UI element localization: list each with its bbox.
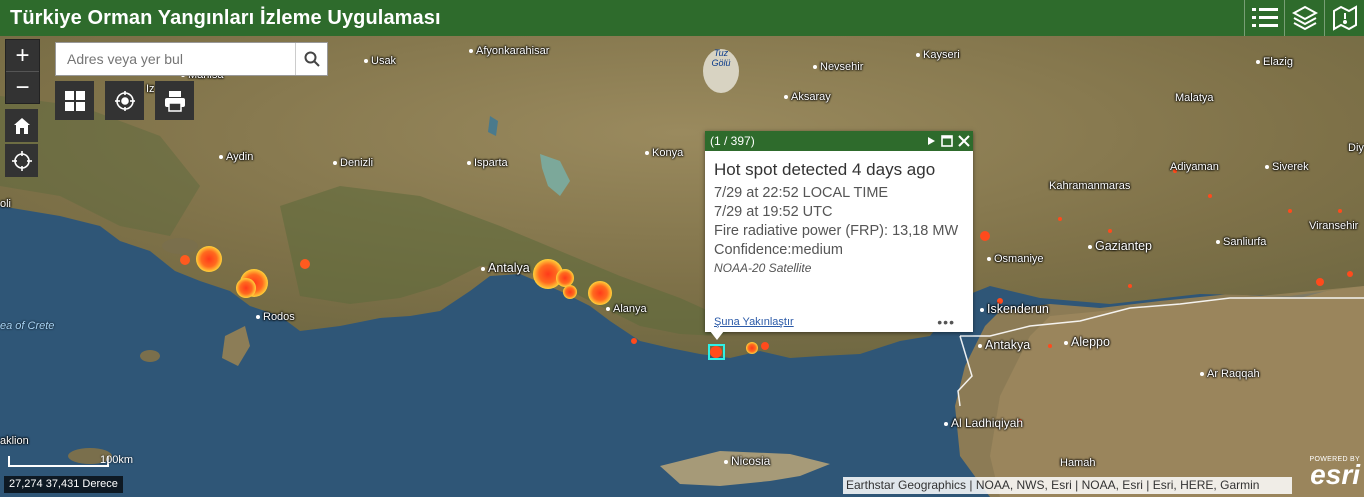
coordinate-readout[interactable]: 27,274 37,431 Derece xyxy=(4,476,123,493)
close-icon[interactable] xyxy=(958,135,970,147)
list-icon xyxy=(1251,8,1278,27)
feature-popup: (1 / 397) Hot spot detected 4 days ago 7… xyxy=(705,131,973,332)
place-label: Usak xyxy=(364,55,396,67)
place-label: ea of Crete xyxy=(0,320,55,332)
place-label: aklion xyxy=(0,435,29,447)
coordinates-text: 27,274 37,431 Derece xyxy=(9,478,118,490)
map-view[interactable]: Afyonkarahisar Usak Manisa Iz Aydin Deni… xyxy=(0,36,1364,497)
print-icon xyxy=(164,90,185,112)
place-label: Elazig xyxy=(1256,56,1293,68)
place-label: Osmaniye xyxy=(987,253,1044,265)
home-icon xyxy=(13,117,30,134)
more-actions-button[interactable]: ••• xyxy=(937,314,955,330)
list-button[interactable] xyxy=(1244,0,1284,36)
place-label: Aksaray xyxy=(784,91,831,103)
popup-local-time: 7/29 at 22:52 LOCAL TIME xyxy=(714,185,889,201)
scale-bar xyxy=(8,456,109,467)
filter-button[interactable] xyxy=(105,81,144,120)
search-input[interactable] xyxy=(56,43,295,75)
popup-header: (1 / 397) xyxy=(705,131,973,151)
place-label: Nevsehir xyxy=(813,61,863,73)
popup-pointer xyxy=(710,331,724,340)
map-legend-button[interactable] xyxy=(1324,0,1364,36)
place-label: Denizli xyxy=(333,157,373,169)
filter-icon xyxy=(114,90,135,111)
popup-counter: (1 / 397) xyxy=(710,134,755,148)
basemap-gallery-icon xyxy=(64,90,85,111)
map-legend-icon xyxy=(1332,5,1357,31)
app-title: Türkiye Orman Yangınları İzleme Uygulama… xyxy=(10,6,441,29)
locate-icon xyxy=(11,150,32,171)
place-label: Aydin xyxy=(219,151,253,163)
place-label: Adiyaman xyxy=(1170,161,1219,173)
layers-button[interactable] xyxy=(1284,0,1324,36)
place-label: Siverek xyxy=(1265,161,1309,173)
zoom-out-button[interactable]: − xyxy=(6,71,39,103)
place-label: Kayseri xyxy=(916,49,960,61)
satellite-basemap xyxy=(0,36,1364,497)
place-label: Antakya xyxy=(978,338,1030,352)
place-label: Sanliurfa xyxy=(1216,236,1266,248)
search-icon xyxy=(304,51,320,67)
locate-button[interactable] xyxy=(5,144,38,177)
place-label: Kahramanmaras xyxy=(1049,180,1131,192)
place-label: Konya xyxy=(645,147,683,159)
esri-wordmark: esri xyxy=(1310,459,1360,490)
search-button[interactable] xyxy=(295,43,327,75)
popup-frp: Fire radiative power (FRP): 13,18 MW xyxy=(714,223,959,239)
print-button[interactable] xyxy=(155,81,194,120)
zoom-to-link[interactable]: Şuna Yakınlaştır xyxy=(714,316,794,328)
place-label: Diy xyxy=(1348,142,1364,154)
play-icon[interactable] xyxy=(926,136,936,146)
search-box xyxy=(55,42,328,76)
popup-title: Hot spot detected 4 days ago xyxy=(714,160,936,179)
home-button[interactable] xyxy=(5,109,38,142)
place-label: Iz xyxy=(146,83,155,95)
attribution: Earthstar Geographics | NOAA, NWS, Esri … xyxy=(843,477,1292,494)
place-label: Aleppo xyxy=(1064,335,1110,349)
popup-satellite: NOAA-20 Satellite xyxy=(714,261,812,275)
place-label: Tuz Gölü xyxy=(711,48,731,68)
place-label: Al Ladhiqiyah xyxy=(944,416,1023,430)
zoom-control: + − xyxy=(5,39,40,104)
layers-icon xyxy=(1291,5,1318,31)
place-label: Alanya xyxy=(606,303,647,315)
app-header: Türkiye Orman Yangınları İzleme Uygulama… xyxy=(0,0,1364,36)
place-label: Afyonkarahisar xyxy=(469,45,549,57)
place-label: oli xyxy=(0,198,12,210)
place-label: Antalya xyxy=(481,261,530,275)
popup-utc-time: 7/29 at 19:52 UTC xyxy=(714,204,833,220)
place-label: Isparta xyxy=(467,157,508,169)
esri-logo: POWERED BY esri xyxy=(1298,456,1360,490)
place-label: Malatya xyxy=(1175,92,1214,104)
place-label: Gaziantep xyxy=(1088,239,1152,253)
popup-confidence: Confidence:medium xyxy=(714,242,843,258)
place-label: Iskenderun xyxy=(980,302,1049,316)
place-label: Ar Raqqah xyxy=(1200,368,1260,380)
place-label: Nicosia xyxy=(724,454,770,468)
zoom-in-button[interactable]: + xyxy=(6,40,39,71)
scale-label: 100km xyxy=(100,454,134,466)
maximize-icon[interactable] xyxy=(941,135,953,147)
basemap-gallery-button[interactable] xyxy=(55,81,94,120)
place-label: Viransehir xyxy=(1309,220,1359,232)
place-label: Hamah xyxy=(1060,457,1096,469)
place-label: Rodos xyxy=(256,311,295,323)
